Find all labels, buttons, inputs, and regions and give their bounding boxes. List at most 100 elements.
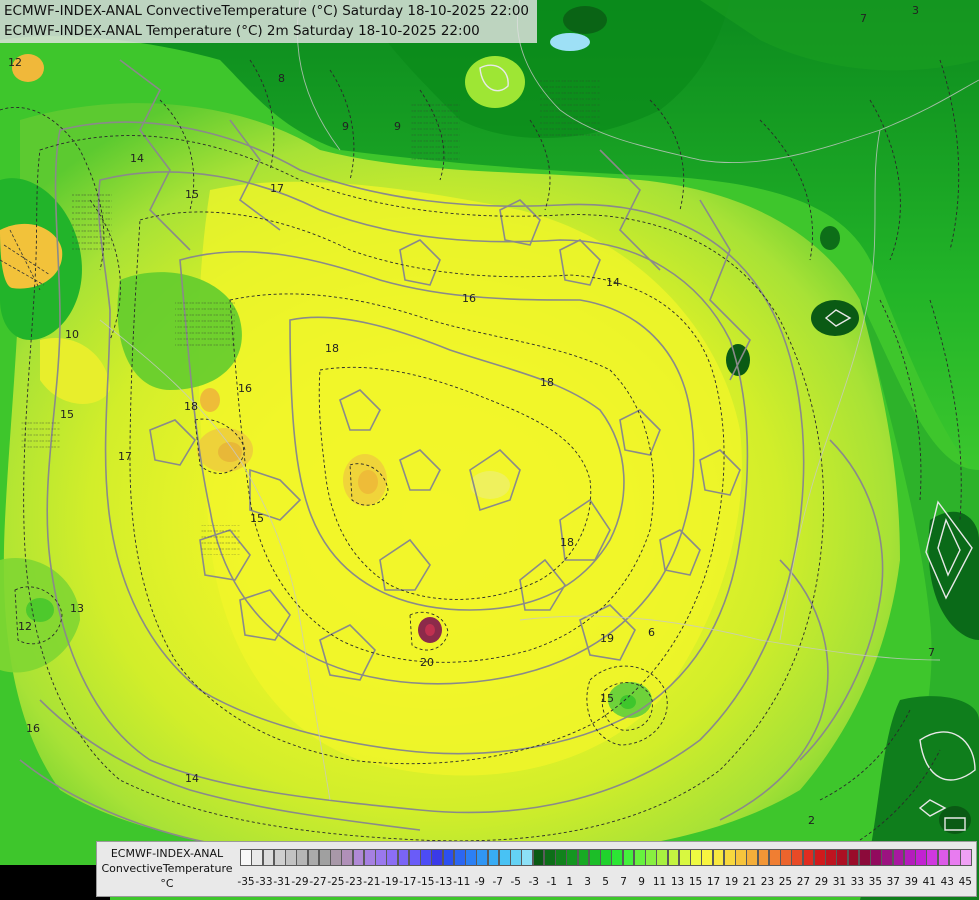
legend-tick-label: -11 bbox=[453, 876, 471, 888]
contour-label: 14 bbox=[130, 152, 144, 165]
legend-tick-label: -27 bbox=[309, 876, 327, 888]
lake bbox=[550, 33, 590, 51]
legend-swatch bbox=[465, 849, 477, 866]
weather-map: 12 12 13 14 14 14 15 15 15 15 16 16 16 1… bbox=[0, 0, 979, 900]
legend-tick-label: 19 bbox=[724, 876, 739, 888]
contour-label: 15 bbox=[600, 692, 614, 705]
hotspot-a-core bbox=[358, 470, 378, 494]
legend-swatch bbox=[330, 849, 342, 866]
coolspot-sw bbox=[26, 598, 54, 622]
legend-title-unit: °C bbox=[160, 877, 174, 890]
legend-swatch bbox=[712, 849, 725, 866]
map-title-line-2: ECMWF-INDEX-ANAL Temperature (°C) 2m Sat… bbox=[4, 23, 480, 39]
contour-label: 6 bbox=[648, 626, 655, 639]
legend-swatch bbox=[780, 849, 792, 866]
legend-tick-label: -35 bbox=[237, 876, 255, 888]
contour-label: 3 bbox=[912, 4, 919, 17]
legend-swatch bbox=[825, 849, 837, 866]
map-title-box: ECMWF-INDEX-ANAL ConvectiveTemperature (… bbox=[0, 0, 538, 43]
legend-tick-label: 31 bbox=[832, 876, 847, 888]
legend-swatch bbox=[476, 849, 488, 866]
legend-swatch bbox=[723, 849, 736, 866]
legend-swatch bbox=[296, 849, 308, 866]
legend-tick-label: -19 bbox=[381, 876, 399, 888]
legend-swatch bbox=[251, 849, 263, 866]
legend-swatch bbox=[521, 849, 533, 866]
legend-tick-label: 43 bbox=[940, 876, 954, 888]
legend-swatch bbox=[926, 849, 938, 866]
legend-swatch bbox=[262, 849, 275, 866]
contour-label: 18 bbox=[325, 342, 339, 355]
contour-label: 18 bbox=[540, 376, 554, 389]
legend-swatch bbox=[858, 849, 871, 866]
legend-tick-label: 11 bbox=[652, 876, 667, 888]
legend-tick-label: 7 bbox=[620, 876, 627, 888]
legend-tick-label: 9 bbox=[638, 876, 645, 888]
legend-swatch bbox=[611, 849, 623, 866]
legend-swatch bbox=[273, 849, 286, 866]
contour-label: 19 bbox=[600, 632, 614, 645]
legend-swatch bbox=[363, 849, 376, 866]
legend-tick-label: 15 bbox=[688, 876, 703, 888]
legend-tick-label: 25 bbox=[778, 876, 793, 888]
legend-swatch bbox=[352, 849, 365, 866]
legend-tick-label: 3 bbox=[584, 876, 591, 888]
legend-swatch bbox=[408, 849, 421, 866]
contour-label: 13 bbox=[70, 602, 84, 615]
legend-tick-label: 5 bbox=[602, 876, 609, 888]
legend-swatch bbox=[757, 849, 770, 866]
legend-swatch bbox=[307, 849, 320, 866]
hotspot-d-core bbox=[425, 624, 435, 636]
contour-label: 20 bbox=[420, 656, 434, 669]
legend-swatch bbox=[735, 849, 747, 866]
contour-label: 15 bbox=[250, 512, 264, 525]
legend-tick-label: -1 bbox=[546, 876, 557, 888]
legend-swatch bbox=[656, 849, 668, 866]
legend-swatch bbox=[431, 849, 443, 866]
legend-swatch bbox=[532, 849, 545, 866]
legend-swatch bbox=[397, 849, 410, 866]
coolspot-east-b bbox=[811, 300, 859, 336]
legend-swatch bbox=[960, 849, 972, 866]
legend-swatch bbox=[240, 849, 252, 866]
contour-label: 18 bbox=[184, 400, 198, 413]
legend-tick-label: -5 bbox=[510, 876, 521, 888]
contour-label: 16 bbox=[238, 382, 252, 395]
legend-swatch bbox=[420, 849, 432, 866]
legend-tick-label: 29 bbox=[814, 876, 829, 888]
legend-swatch bbox=[802, 849, 815, 866]
contour-label: 16 bbox=[462, 292, 476, 305]
contour-label: 12 bbox=[18, 620, 32, 633]
contour-label: 17 bbox=[118, 450, 132, 463]
legend-swatch bbox=[791, 849, 803, 866]
legend-tick-label: 39 bbox=[904, 876, 918, 888]
contour-label: 12 bbox=[8, 56, 22, 69]
legend-tick-label: -23 bbox=[345, 876, 363, 888]
legend-swatch bbox=[870, 849, 882, 866]
legend-swatch bbox=[915, 849, 927, 866]
legend-tick-label: -15 bbox=[417, 876, 435, 888]
legend-swatch bbox=[813, 849, 826, 866]
legend-swatch bbox=[881, 849, 893, 866]
legend-swatch bbox=[903, 849, 916, 866]
contour-label: 17 bbox=[270, 182, 284, 195]
legend-swatch bbox=[543, 849, 556, 866]
map-canvas: 12 12 13 14 14 14 15 15 15 15 16 16 16 1… bbox=[0, 0, 979, 900]
legend-swatch bbox=[622, 849, 635, 866]
legend-tick-label: -3 bbox=[528, 876, 539, 888]
legend-swatch bbox=[285, 849, 297, 866]
legend-swatch bbox=[746, 849, 758, 866]
legend-tick-label: 27 bbox=[796, 876, 811, 888]
contour-label: 15 bbox=[185, 188, 199, 201]
coolspot-east-c bbox=[820, 226, 840, 250]
legend-swatch bbox=[667, 849, 680, 866]
contour-label: 7 bbox=[928, 646, 935, 659]
contour-label: 8 bbox=[278, 72, 285, 85]
legend-tick-label: -17 bbox=[399, 876, 417, 888]
legend-swatch bbox=[453, 849, 466, 866]
legend-tick-label: 35 bbox=[868, 876, 883, 888]
legend-tick-label: -25 bbox=[327, 876, 345, 888]
northern-warm-blob bbox=[465, 56, 525, 108]
contour-label: 7 bbox=[860, 12, 867, 25]
legend-swatch bbox=[375, 849, 387, 866]
